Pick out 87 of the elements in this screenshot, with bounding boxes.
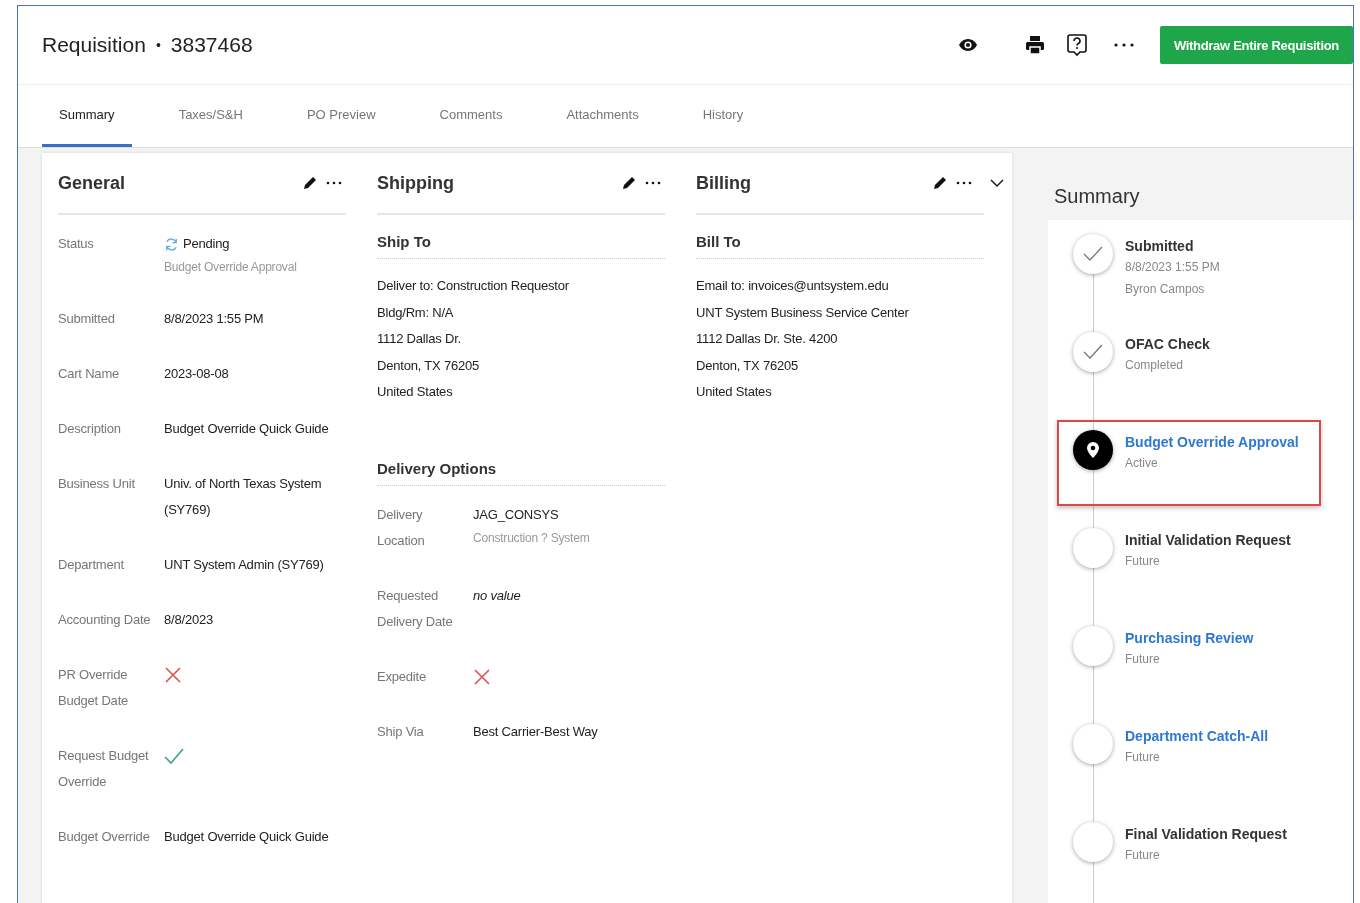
field-value: 8/8/2023 1:55 PM: [164, 310, 264, 328]
field-value: no value: [473, 586, 521, 605]
step-detail: Byron Campos: [1125, 281, 1205, 298]
empty-step-icon: [1073, 626, 1113, 666]
field-value: 2023-08-08: [164, 365, 229, 383]
field-label: Request Budget Override: [58, 747, 150, 791]
field-value: 8/8/2023: [164, 611, 213, 629]
field-value: Best Carrier-Best Way: [473, 722, 598, 741]
field-label: Business Unit: [58, 475, 136, 493]
address-line: UNT System Business Service Center: [696, 303, 910, 322]
empty-step-icon: [1073, 822, 1113, 862]
field-label: Submitted: [58, 310, 116, 328]
tab[interactable]: PO Preview: [289, 85, 393, 147]
step-name: OFAC Check: [1125, 335, 1210, 354]
print-icon[interactable]: [1023, 34, 1046, 56]
step-detail: Active: [1125, 455, 1158, 472]
step-detail: Future: [1125, 847, 1160, 864]
check-step-icon: [1073, 332, 1113, 372]
empty-step-icon: [1073, 724, 1113, 764]
step-detail: 8/8/2023 1:55 PM: [1125, 259, 1220, 276]
tab[interactable]: Comments: [422, 85, 520, 147]
field-subtext: Budget Override Approval: [164, 259, 297, 276]
field-label: Budget Override: [58, 828, 151, 846]
section-title: Shipping: [377, 172, 454, 194]
step-detail: Future: [1125, 749, 1160, 766]
pencil-icon[interactable]: [932, 175, 948, 191]
pencil-icon[interactable]: [621, 175, 637, 191]
field-label: Department: [58, 556, 125, 574]
subsection-title: Ship To: [377, 233, 431, 250]
address-line: Denton, TX 76205: [696, 356, 800, 375]
step-name: Final Validation Request: [1125, 825, 1287, 844]
empty-step-icon: [1073, 528, 1113, 568]
summary-title: Summary: [1053, 184, 1141, 209]
field-label: Ship Via: [377, 722, 425, 741]
title-separator: •: [155, 37, 161, 53]
field-label: Requested Delivery Date: [377, 586, 454, 631]
section-title: Billing: [696, 172, 751, 194]
address-line: United States: [377, 383, 454, 401]
location-pin-step-icon: [1073, 430, 1113, 470]
step-link[interactable]: Purchasing Review: [1125, 628, 1254, 648]
more-icon[interactable]: [645, 181, 661, 185]
field-label: Delivery Location: [377, 505, 426, 550]
more-icon[interactable]: [326, 181, 342, 185]
address-line: Bldg/Rm: N/A: [377, 303, 455, 322]
refresh-icon: [164, 236, 179, 252]
address-line: Email to: invoices@untsystem.edu: [696, 277, 890, 295]
field-label: PR Override Budget Date: [58, 666, 130, 710]
step-detail: Future: [1125, 651, 1160, 668]
requisition-number: 3837468: [170, 33, 253, 57]
chevron-down-icon[interactable]: [990, 179, 1004, 187]
page-title: Requisition: [42, 33, 146, 57]
check-step-icon: [1073, 234, 1113, 274]
field-value: Univ. of North Texas System (SY769): [164, 475, 323, 519]
address-line: United States: [696, 383, 773, 401]
address-line: 1112 Dallas Dr. Ste. 4200: [696, 330, 839, 348]
pencil-icon[interactable]: [302, 175, 318, 191]
more-icon[interactable]: [1113, 43, 1134, 47]
section-title: General: [58, 172, 126, 194]
tab[interactable]: Taxes/S&H: [161, 85, 260, 147]
subsection-title: Delivery Options: [377, 459, 497, 477]
step-link[interactable]: Department Catch-All: [1125, 726, 1269, 746]
field-value: UNT System Admin (SY769): [164, 556, 324, 574]
field-value: Budget Override Quick Guide: [164, 420, 329, 438]
field-label: Expedite: [377, 667, 427, 686]
field-label: Cart Name: [58, 365, 121, 383]
field-label: Status: [58, 235, 95, 253]
step-detail: Future: [1125, 553, 1160, 570]
address-line: Denton, TX 76205: [377, 356, 481, 375]
field-subtext: Construction ? System: [473, 529, 590, 547]
field-label: Accounting Date: [58, 611, 152, 629]
more-icon[interactable]: [956, 181, 972, 185]
field-label: Description: [58, 420, 122, 438]
subsection-title: Bill To: [696, 233, 741, 250]
withdraw-button[interactable]: Withdraw Entire Requisition: [1159, 26, 1353, 64]
tab[interactable]: Attachments: [549, 85, 656, 147]
field-value: JAG_CONSYS: [473, 505, 559, 524]
help-icon[interactable]: [1065, 33, 1088, 57]
tab[interactable]: History: [685, 85, 761, 147]
field-value: Pending: [183, 235, 230, 253]
field-value: Budget Override Quick Guide: [164, 828, 329, 846]
step-link[interactable]: Budget Override Approval: [1125, 432, 1299, 452]
step-name: Initial Validation Request: [1125, 531, 1291, 550]
address-line: 1112 Dallas Dr.: [377, 330, 462, 348]
address-line: Deliver to: Construction Requestor: [377, 277, 570, 295]
step-detail: Completed: [1125, 357, 1184, 374]
eye-icon[interactable]: [957, 38, 978, 52]
step-name: Submitted: [1125, 237, 1194, 256]
